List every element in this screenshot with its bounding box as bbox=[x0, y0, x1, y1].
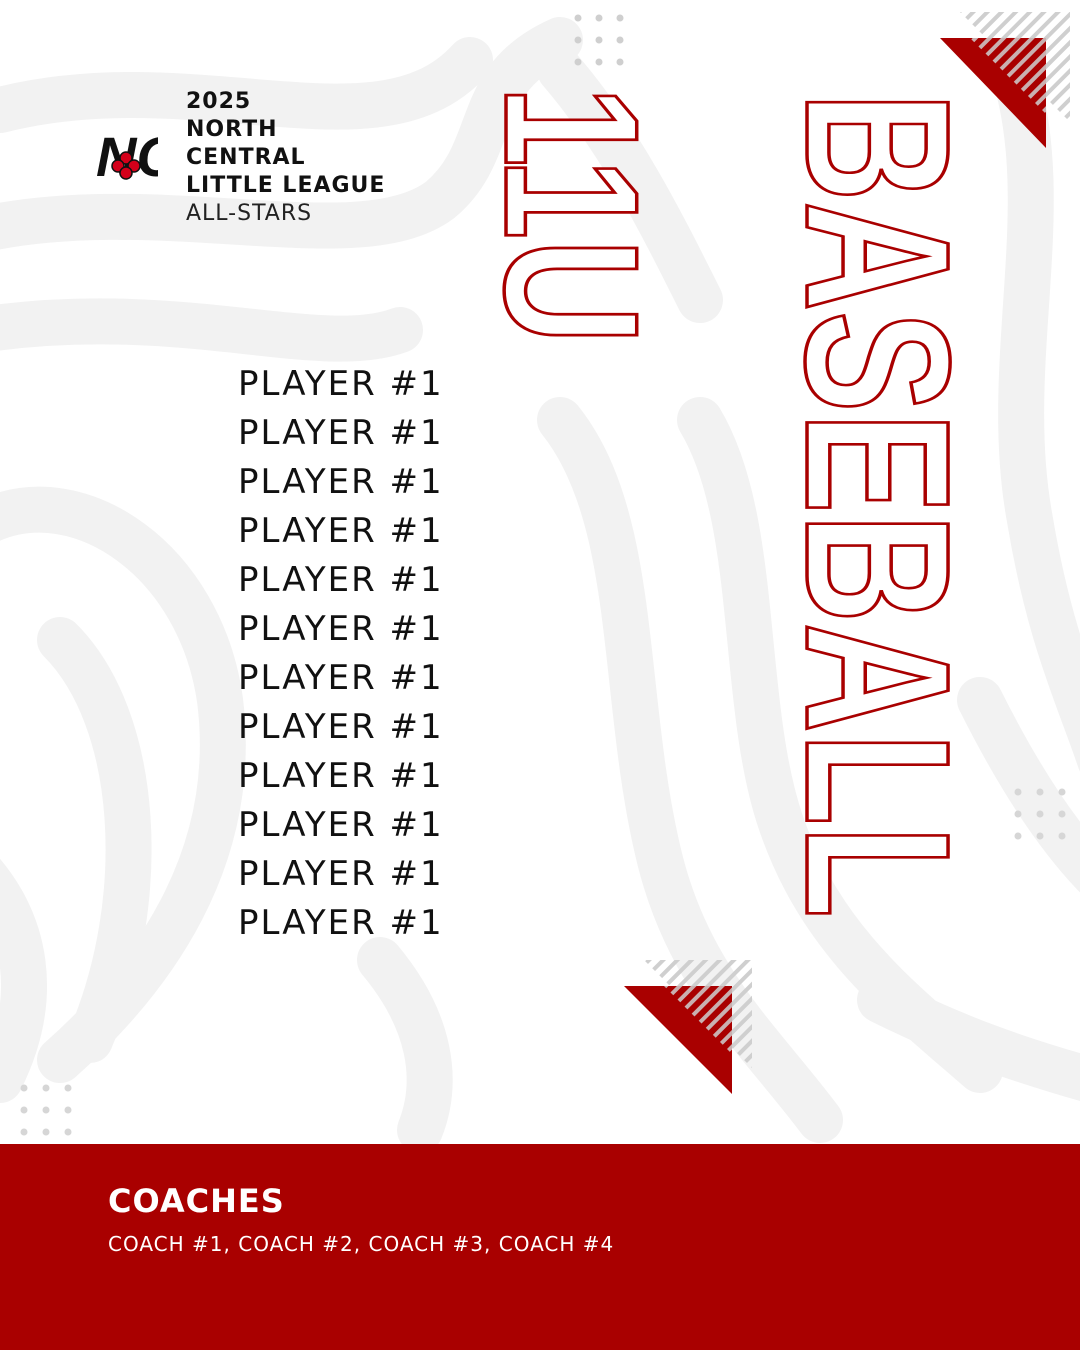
player-list: PLAYER #1 PLAYER #1 PLAYER #1 PLAYER #1 … bbox=[238, 360, 444, 948]
coaches-list: COACH #1, COACH #2, COACH #3, COACH #4 bbox=[108, 1232, 615, 1256]
header-line-2: CENTRAL bbox=[186, 145, 306, 170]
player-name: PLAYER #1 bbox=[238, 756, 444, 796]
svg-text:11U: 11U bbox=[490, 86, 677, 344]
coaches-section: COACHES COACH #1, COACH #2, COACH #3, CO… bbox=[0, 1144, 1080, 1350]
player-name: PLAYER #1 bbox=[238, 413, 444, 453]
player-name: PLAYER #1 bbox=[238, 805, 444, 845]
player-name: PLAYER #1 bbox=[238, 854, 444, 894]
player-name: PLAYER #1 bbox=[238, 364, 444, 404]
coaches-title: COACHES bbox=[108, 1182, 285, 1220]
dot-grid-top bbox=[574, 14, 624, 66]
player-name: PLAYER #1 bbox=[238, 462, 444, 502]
svg-text:BASEBALL: BASEBALL bbox=[785, 92, 985, 918]
header-subtitle: ALL-STARS bbox=[186, 201, 313, 226]
division-label: 11U bbox=[490, 84, 679, 346]
player-name: PLAYER #1 bbox=[238, 658, 444, 698]
dot-grid-right bbox=[1014, 788, 1066, 840]
sport-label: BASEBALL bbox=[785, 90, 985, 920]
header-line-1: NORTH bbox=[186, 117, 278, 142]
league-logo: NC bbox=[96, 125, 158, 188]
player-name: PLAYER #1 bbox=[238, 560, 444, 600]
header-year: 2025 bbox=[186, 89, 252, 114]
player-name: PLAYER #1 bbox=[238, 609, 444, 649]
player-name: PLAYER #1 bbox=[238, 511, 444, 551]
header-line-3: LITTLE LEAGUE bbox=[186, 173, 386, 198]
corner-triangle-mid bbox=[624, 960, 752, 1094]
player-name: PLAYER #1 bbox=[238, 707, 444, 747]
league-header: 2025 NORTH CENTRAL LITTLE LEAGUE ALL-STA… bbox=[186, 88, 385, 228]
player-name: PLAYER #1 bbox=[238, 903, 444, 943]
